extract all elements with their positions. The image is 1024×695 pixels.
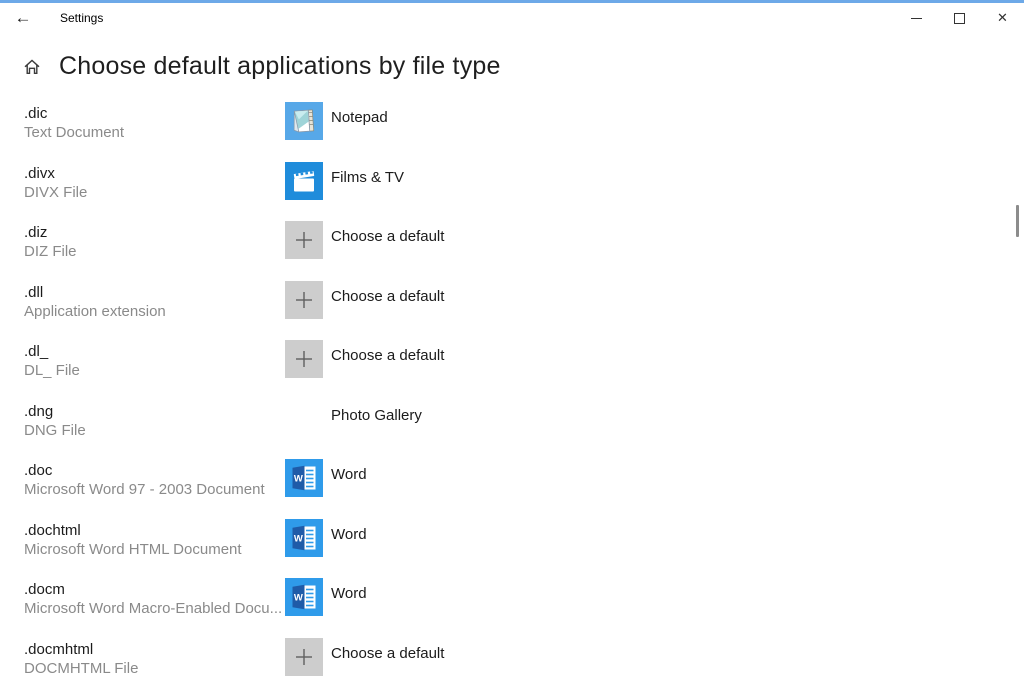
scrollbar-thumb[interactable] [1016, 205, 1019, 237]
file-extension-label: .dic [24, 105, 47, 122]
word-icon: W [285, 459, 323, 497]
file-type-row: .doc Microsoft Word 97 - 2003 Document [0, 457, 1024, 517]
file-type-row: .divx DIVX File [0, 160, 1024, 220]
plus-icon [285, 638, 323, 676]
file-extension-label: .dochtml [24, 522, 81, 539]
file-type-row: .diz DIZ File [0, 219, 1024, 279]
plus-icon [285, 221, 323, 259]
default-app-label: Word [331, 466, 367, 483]
file-type-row: .dng DNG File [0, 398, 1024, 458]
minimize-icon [911, 18, 922, 19]
page-header: Choose default applications by file type [0, 33, 1024, 93]
file-extension-label: .dng [24, 403, 53, 420]
plus-icon [285, 281, 323, 319]
default-app-label: Choose a default [331, 228, 444, 245]
file-extension-label: .dl_ [24, 343, 48, 360]
minimize-button[interactable] [895, 3, 938, 33]
default-app-label: Choose a default [331, 347, 444, 364]
file-extension-label: .divx [24, 165, 55, 182]
films-tv-icon [285, 162, 323, 200]
window-title: Settings [60, 3, 103, 33]
file-type-row: .dic Text Document [0, 100, 1024, 160]
file-type-description: DNG File [24, 422, 86, 439]
file-extension-label: .doc [24, 462, 52, 479]
file-extension-label: .docmhtml [24, 641, 93, 658]
titlebar: ← Settings ✕ [0, 3, 1024, 33]
plus-icon [285, 340, 323, 378]
default-app-label: Choose a default [331, 288, 444, 305]
default-app-label: Word [331, 585, 367, 602]
file-type-description: Microsoft Word Macro-Enabled Docu... [24, 600, 282, 617]
notepad-icon [285, 102, 323, 140]
close-button[interactable]: ✕ [981, 3, 1024, 33]
file-type-description: DOCMHTML File [24, 660, 138, 677]
file-type-description: Microsoft Word 97 - 2003 Document [24, 481, 265, 498]
word-letter: W [294, 593, 303, 604]
file-type-row: .dochtml Microsoft Word HTML Document [0, 517, 1024, 577]
home-icon [23, 58, 41, 76]
page-title: Choose default applications by file type [59, 52, 501, 81]
word-letter: W [294, 474, 303, 485]
maximize-button[interactable] [938, 3, 981, 33]
file-type-description: Application extension [24, 303, 166, 320]
file-type-description: DL_ File [24, 362, 80, 379]
file-type-row: .docm Microsoft Word Macro-Enabled Docu.… [0, 576, 1024, 636]
word-letter: W [294, 533, 303, 544]
default-app-label: Photo Gallery [331, 407, 422, 424]
default-app-label: Notepad [331, 109, 388, 126]
file-type-description: DIVX File [24, 184, 87, 201]
file-extension-label: .dll [24, 284, 43, 301]
back-button[interactable]: ← [6, 3, 40, 33]
file-type-list: .dic Text Document [0, 100, 1024, 695]
file-type-description: Text Document [24, 124, 124, 141]
default-app-label: Choose a default [331, 645, 444, 662]
window-controls: ✕ [895, 3, 1024, 33]
default-app-label: Word [331, 526, 367, 543]
maximize-icon [954, 13, 965, 24]
file-type-row: .dl_ DL_ File [0, 338, 1024, 398]
file-type-description: DIZ File [24, 243, 77, 260]
word-icon: W [285, 519, 323, 557]
file-type-row: .docmhtml DOCMHTML File [0, 636, 1024, 695]
file-extension-label: .diz [24, 224, 47, 241]
file-type-description: Microsoft Word HTML Document [24, 541, 242, 558]
close-icon: ✕ [997, 12, 1008, 25]
default-app-label: Films & TV [331, 169, 404, 186]
file-extension-label: .docm [24, 581, 65, 598]
word-icon: W [285, 578, 323, 616]
file-type-row: .dll Application extension [0, 279, 1024, 339]
